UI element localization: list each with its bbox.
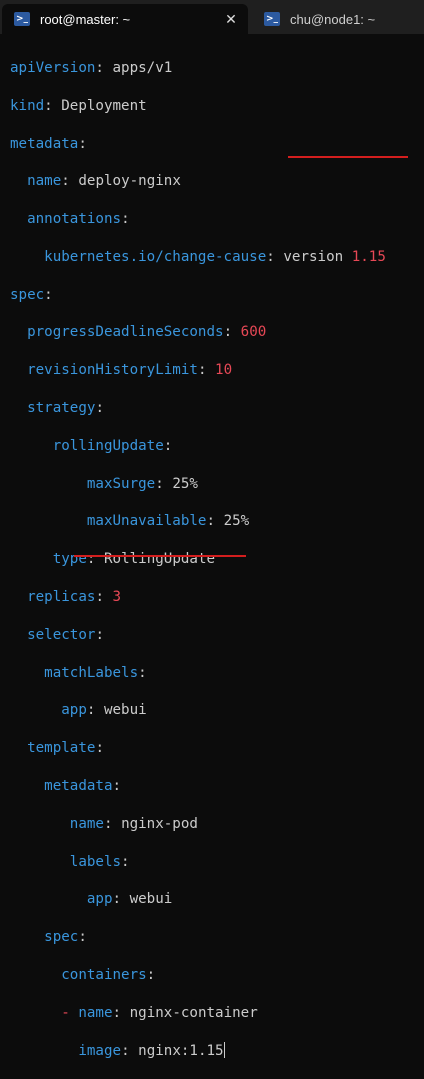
- yaml-line: replicas: 3: [27, 589, 122, 606]
- tab-title: chu@node1: ~: [290, 11, 376, 27]
- yaml-line: name: deploy-nginx: [27, 173, 181, 190]
- yaml-line: revisionHistoryLimit: 10: [27, 362, 233, 379]
- tab-bar: >_ root@master: ~ ✕ >_ chu@node1: ~: [0, 0, 424, 34]
- yaml-line: name: nginx-pod: [69, 815, 198, 832]
- yaml-line: app: webui: [86, 891, 173, 908]
- yaml-line: apiVersion: apps/v1: [10, 59, 173, 76]
- yaml-line: image: nginx:1.15: [78, 1041, 225, 1059]
- yaml-line: matchLabels:: [44, 664, 147, 681]
- yaml-line: progressDeadlineSeconds: 600: [27, 324, 267, 341]
- text-cursor: [223, 1041, 225, 1058]
- tab-root-master[interactable]: >_ root@master: ~ ✕: [2, 4, 248, 34]
- yaml-line: app: webui: [61, 702, 147, 719]
- powershell-icon: >_: [264, 12, 280, 26]
- yaml-line: metadata:: [44, 778, 122, 795]
- yaml-line: kubernetes.io/change-cause: version 1.15: [44, 248, 386, 265]
- yaml-line: metadata:: [10, 135, 87, 152]
- close-icon[interactable]: ✕: [220, 8, 242, 30]
- yaml-line: kind: Deployment: [10, 97, 147, 114]
- yaml-line: maxUnavailable: 25%: [86, 513, 250, 530]
- yaml-line: spec:: [44, 929, 87, 946]
- image-underline: [74, 555, 246, 557]
- yaml-line: annotations:: [27, 211, 130, 228]
- yaml-line: labels:: [69, 853, 130, 870]
- yaml-line: maxSurge: 25%: [86, 475, 198, 492]
- tab-chu-node1[interactable]: >_ chu@node1: ~: [252, 4, 422, 34]
- powershell-icon: >_: [14, 12, 30, 26]
- terminal-output[interactable]: apiVersion: apps/v1 kind: Deployment met…: [10, 40, 424, 1059]
- yaml-line: containers:: [61, 967, 156, 984]
- yaml-line: selector:: [27, 626, 104, 643]
- yaml-line: spec:: [10, 286, 53, 303]
- yaml-line: rollingUpdate:: [52, 437, 173, 454]
- yaml-line: - name: nginx-container: [61, 1004, 258, 1021]
- yaml-line: template:: [27, 740, 104, 757]
- yaml-line: strategy:: [27, 400, 104, 417]
- tab-title: root@master: ~: [40, 11, 131, 27]
- change-cause-underline: [288, 156, 408, 158]
